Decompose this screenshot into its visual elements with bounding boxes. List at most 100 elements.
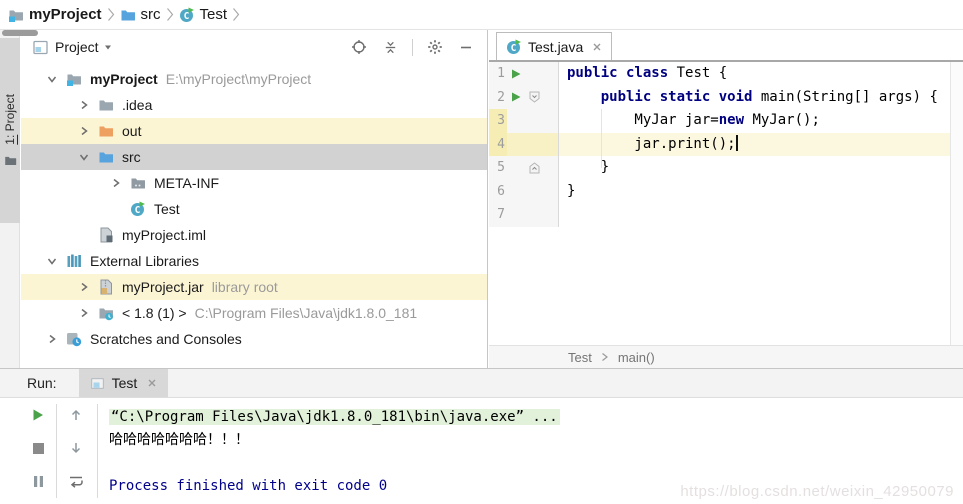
gutter-spacer [507, 133, 525, 157]
code-text[interactable]: jar.print(); [559, 133, 950, 157]
editor-tab-label: Test.java [528, 39, 583, 55]
rerun-button[interactable] [29, 407, 47, 423]
console-line-3 [109, 452, 959, 475]
breadcrumb-item-test[interactable]: CTest [179, 6, 228, 23]
chevron-spacer [73, 226, 95, 244]
tree-item-meta-inf[interactable]: META-INF [21, 170, 487, 196]
project-tree: myProjectE:\myProject\myProject.ideaouts… [21, 64, 487, 352]
breadcrumb-item-myproject[interactable]: myProject [8, 6, 102, 23]
stop-button[interactable] [29, 440, 47, 456]
tree-chevron-expanded-icon[interactable] [73, 148, 95, 166]
chevron-spacer [105, 200, 127, 218]
svg-text:C: C [134, 205, 140, 216]
editor-scrollbar[interactable] [950, 62, 963, 345]
text-caret [736, 135, 738, 151]
code-text[interactable]: MyJar jar=new MyJar(); [559, 109, 950, 133]
breadcrumb: myProject src CTest [0, 0, 963, 30]
tree-item-myproject-jar[interactable]: myProject.jarlibrary root [21, 274, 487, 300]
editor-breadcrumb: Test main() [489, 345, 963, 368]
svg-text:C: C [511, 43, 517, 54]
hide-panel-button[interactable] [457, 38, 475, 56]
tree-item-external-libraries[interactable]: External Libraries [21, 248, 487, 274]
code-text[interactable]: public class Test { [559, 62, 950, 86]
tree-item-idea[interactable]: .idea [21, 92, 487, 118]
run-line-icon[interactable] [507, 62, 525, 86]
iml-file-icon [95, 227, 116, 243]
gutter-spacer [525, 133, 543, 157]
collapse-all-button[interactable] [381, 38, 399, 56]
close-tab-icon[interactable] [592, 42, 602, 52]
tree-item-myproject-iml[interactable]: myProject.iml [21, 222, 487, 248]
tree-chevron-collapsed-icon[interactable] [105, 174, 127, 192]
tree-chevron-collapsed-icon[interactable] [41, 330, 63, 348]
fold-start-icon[interactable] [525, 86, 543, 110]
run-line-icon[interactable] [507, 86, 525, 110]
tree-chevron-collapsed-icon[interactable] [73, 122, 95, 140]
toolbar-divider [56, 404, 57, 498]
tree-item-out[interactable]: out [21, 118, 487, 144]
ide-window: myProjectsrcCTest 1: Project Project myP… [0, 0, 963, 504]
toolbar-divider [412, 39, 413, 56]
settings-button[interactable] [426, 38, 444, 56]
editor-gutter: 3 [489, 109, 559, 133]
breadcrumb-class[interactable]: Test [568, 350, 592, 365]
toolbar-divider [97, 404, 98, 498]
line-number: 6 [489, 180, 507, 204]
gutter-spacer [507, 156, 525, 180]
code-line-7: 7 [489, 203, 950, 227]
libraries-icon [63, 253, 84, 269]
run-tab-label: Test [112, 375, 138, 391]
gutter-spacer [507, 109, 525, 133]
tree-chevron-collapsed-icon[interactable] [73, 278, 95, 296]
tree-chevron-collapsed-icon[interactable] [73, 96, 95, 114]
tree-chevron-collapsed-icon[interactable] [73, 304, 95, 322]
run-panel: Run: Test “C:\Program Files\Java\jdk1.8.… [0, 368, 963, 504]
breadcrumb-method[interactable]: main() [618, 350, 655, 365]
code-text[interactable]: public static void main(String[] args) { [559, 86, 950, 110]
tree-chevron-expanded-icon[interactable] [41, 252, 63, 270]
soft-wrap-button[interactable] [67, 473, 85, 489]
breadcrumb-item-src[interactable]: src [120, 6, 161, 23]
folder-src-icon [95, 149, 116, 165]
code-line-4: 4 jar.print(); [489, 133, 950, 157]
jar-icon [95, 279, 116, 295]
code-line-5: 5 } [489, 156, 950, 180]
run-tab-test[interactable]: Test [79, 369, 169, 397]
breadcrumb-scrollbar-thumb[interactable] [2, 30, 38, 36]
editor-gutter: 5 [489, 156, 559, 180]
class-icon: C [506, 39, 522, 55]
tool-window-stripe: 1: Project [0, 30, 20, 368]
up-stacktrace-button[interactable] [67, 407, 85, 423]
breadcrumb-separator-icon [231, 6, 241, 23]
pause-output-button[interactable] [29, 473, 47, 489]
breadcrumb-separator-icon [106, 6, 116, 23]
breadcrumb-separator-icon [165, 6, 175, 23]
tree-item-1-8-1[interactable]: < 1.8 (1) >C:\Program Files\Java\jdk1.8.… [21, 300, 487, 326]
close-run-tab-icon[interactable] [147, 378, 157, 388]
editor-gutter: 4 [489, 133, 559, 157]
project-panel-header: Project [21, 30, 487, 64]
code-text[interactable] [559, 203, 950, 227]
run-toolbar-nav [63, 407, 89, 489]
code-line-6: 6} [489, 180, 950, 204]
tree-item-myproject[interactable]: myProjectE:\myProject\myProject [21, 66, 487, 92]
editor-gutter: 2 [489, 86, 559, 110]
console-line-2: 哈哈哈哈哈哈哈！！！ [109, 429, 959, 452]
locate-button[interactable] [350, 38, 368, 56]
project-panel-title[interactable]: Project [55, 39, 99, 55]
sidebar-tab-project[interactable]: 1: Project [0, 38, 20, 223]
editor-tab-test-java[interactable]: C Test.java [496, 32, 612, 60]
fold-end-icon[interactable] [525, 156, 543, 180]
folder-icon [95, 97, 116, 113]
tree-item-test[interactable]: CTest [21, 196, 487, 222]
editor-gutter: 6 [489, 180, 559, 204]
tree-item-scratches-and-consoles[interactable]: Scratches and Consoles [21, 326, 487, 352]
code-text[interactable]: } [559, 156, 950, 180]
tree-item-src[interactable]: src [21, 144, 487, 170]
down-stacktrace-button[interactable] [67, 440, 85, 456]
code-editor[interactable]: 1public class Test {2 public static void… [489, 62, 950, 345]
code-lines: 1public class Test {2 public static void… [489, 62, 950, 227]
dropdown-arrow-icon[interactable] [103, 42, 113, 52]
code-text[interactable]: } [559, 180, 950, 204]
tree-chevron-expanded-icon[interactable] [41, 70, 63, 88]
